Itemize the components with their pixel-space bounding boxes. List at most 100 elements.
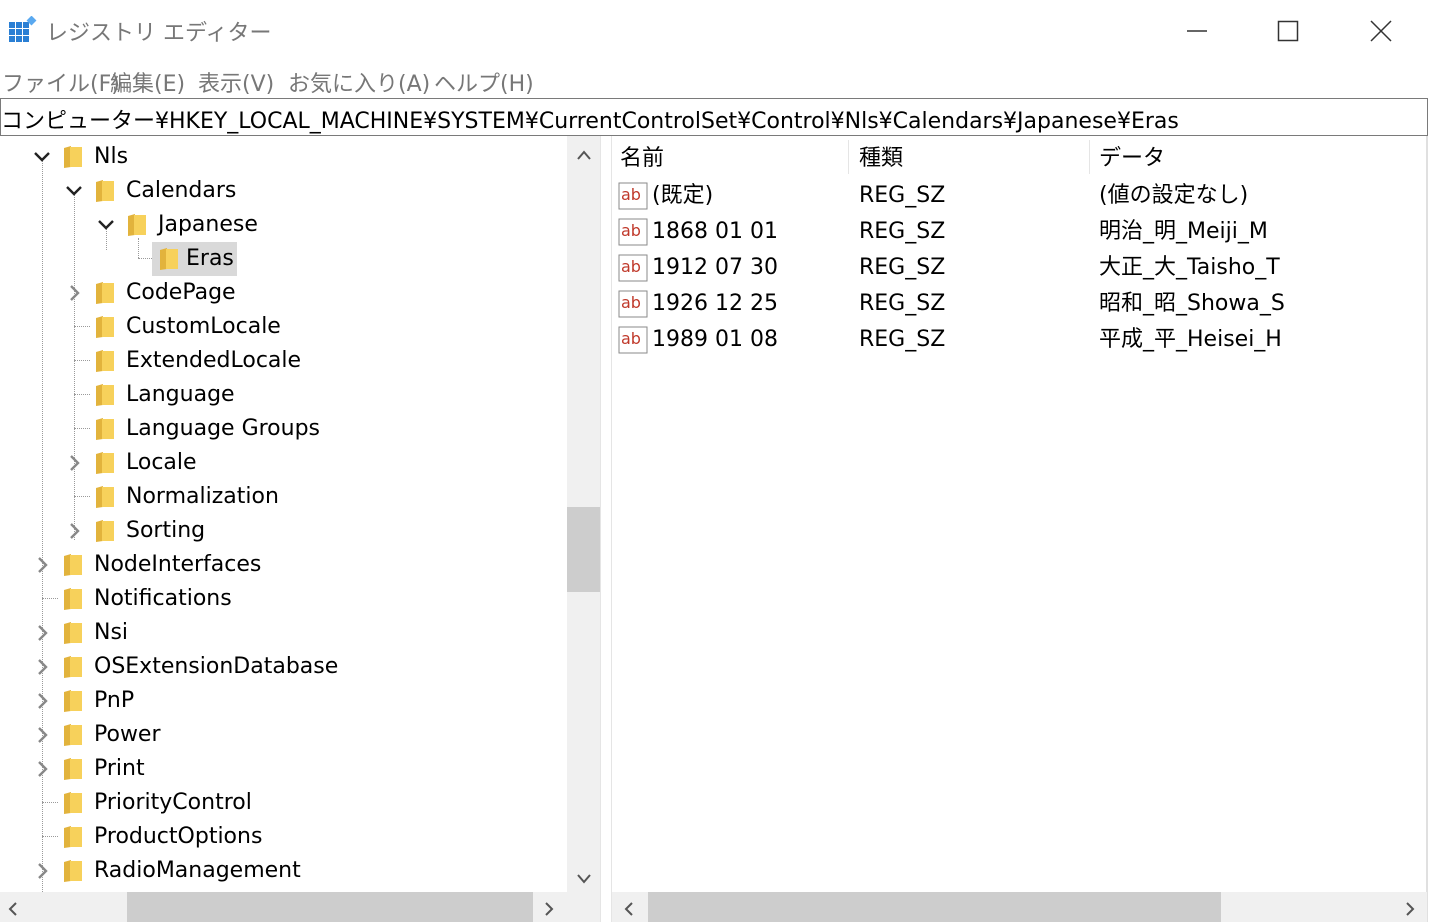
tree-item[interactable]: Print — [0, 752, 567, 786]
tree-item[interactable]: Language — [0, 378, 567, 412]
tree-item[interactable]: Calendars — [0, 174, 567, 208]
tree-item[interactable]: CodePage — [0, 276, 567, 310]
chevron-right-icon[interactable] — [32, 555, 52, 575]
chevron-right-icon[interactable] — [32, 725, 52, 745]
tree-item[interactable]: Language Groups — [0, 412, 567, 446]
tree-item[interactable]: RadioManagement — [0, 854, 567, 888]
tree-horizontal-scrollbar[interactable] — [0, 892, 567, 922]
folder-icon — [128, 214, 146, 236]
value-name: 1868 01 01 — [652, 219, 778, 244]
pane-splitter[interactable] — [600, 136, 612, 922]
column-header-name[interactable]: 名前 — [620, 142, 664, 176]
chevron-right-icon[interactable] — [32, 759, 52, 779]
list-horizontal-scrollbar[interactable] — [612, 892, 1427, 922]
scroll-up-arrow[interactable] — [567, 144, 600, 165]
chevron-down-icon[interactable] — [64, 181, 84, 201]
tree-item[interactable]: Locale — [0, 446, 567, 480]
tree-item-label: Notifications — [94, 586, 232, 611]
value-row[interactable]: ab (既定) REG_SZ (値の設定なし) — [612, 178, 1427, 214]
svg-text:ab: ab — [621, 293, 641, 312]
reg-sz-icon: ab — [618, 254, 648, 282]
tree-item[interactable]: Nsi — [0, 616, 567, 650]
value-row[interactable]: ab 1912 07 30 REG_SZ 大正_大_Taisho_T — [612, 250, 1427, 286]
column-separator[interactable] — [848, 140, 849, 174]
chevron-right-icon[interactable] — [32, 691, 52, 711]
chevron-right-icon[interactable] — [32, 657, 52, 677]
chevron-right-icon[interactable] — [64, 453, 84, 473]
chevron-right-icon[interactable] — [64, 283, 84, 303]
address-bar[interactable]: コンピューター¥HKEY_LOCAL_MACHINE¥SYSTEM¥Curren… — [0, 98, 1428, 136]
tree-item-label: NodeInterfaces — [94, 552, 262, 577]
menu-edit[interactable]: 編集(E) — [110, 66, 185, 98]
scroll-down-arrow[interactable] — [567, 868, 600, 889]
tree-item[interactable]: Eras — [0, 242, 567, 276]
minimize-button[interactable] — [1152, 0, 1242, 62]
chevron-right-icon[interactable] — [64, 521, 84, 541]
tree-item-label: Power — [94, 722, 161, 747]
tree-vertical-scrollbar[interactable] — [567, 136, 600, 892]
chevron-right-icon[interactable] — [1405, 902, 1415, 916]
tree-item[interactable]: Japanese — [0, 208, 567, 242]
folder-icon — [64, 554, 82, 576]
chevron-down-icon[interactable] — [96, 215, 116, 235]
chevron-right-icon[interactable] — [32, 861, 52, 881]
value-row[interactable]: ab 1989 01 08 REG_SZ 平成_平_Heisei_H — [612, 322, 1427, 358]
reg-sz-icon: ab — [618, 218, 648, 246]
tree-item[interactable]: ProductOptions — [0, 820, 567, 854]
tree-item[interactable]: ExtendedLocale — [0, 344, 567, 378]
tree-item-label: Normalization — [126, 484, 279, 509]
tree-item-label: Calendars — [126, 178, 237, 203]
folder-icon — [96, 486, 114, 508]
scroll-thumb[interactable] — [648, 892, 1221, 922]
folder-icon — [96, 350, 114, 372]
chevron-right-icon[interactable] — [32, 623, 52, 643]
tree-item[interactable]: CustomLocale — [0, 310, 567, 344]
column-header-data[interactable]: データ — [1099, 142, 1165, 176]
tree-item[interactable]: PnP — [0, 684, 567, 718]
folder-icon — [96, 282, 114, 304]
menu-file[interactable]: ファイル(F) — [2, 66, 120, 98]
chevron-down-icon[interactable] — [32, 147, 52, 167]
folder-icon — [64, 146, 82, 168]
reg-sz-icon: ab — [618, 182, 648, 210]
tree-item[interactable]: Power — [0, 718, 567, 752]
tree-item[interactable]: Notifications — [0, 582, 567, 616]
folder-icon — [64, 826, 82, 848]
folder-icon — [64, 622, 82, 644]
scroll-thumb[interactable] — [567, 507, 600, 592]
chevron-right-icon[interactable] — [544, 902, 554, 916]
value-list: 名前 種類 データ ab (既定) REG_SZ (値の設定なし) ab 1868 01 … — [612, 136, 1427, 922]
svg-text:ab: ab — [621, 185, 641, 204]
tree-item[interactable]: NodeInterfaces — [0, 548, 567, 582]
tree-item[interactable]: Normalization — [0, 480, 567, 514]
value-row[interactable]: ab 1868 01 01 REG_SZ 明治_明_Meiji_M — [612, 214, 1427, 250]
tree-item-label: PnP — [94, 688, 135, 713]
close-button[interactable] — [1336, 0, 1426, 62]
folder-icon — [96, 418, 114, 440]
menu-view[interactable]: 表示(V) — [198, 66, 274, 98]
tree-item-label: Nsi — [94, 620, 129, 645]
folder-icon — [64, 656, 82, 678]
value-data: 大正_大_Taisho_T — [1099, 255, 1280, 280]
chevron-left-icon[interactable] — [8, 902, 18, 916]
value-row[interactable]: ab 1926 12 25 REG_SZ 昭和_昭_Showa_S — [612, 286, 1427, 322]
column-separator[interactable] — [1089, 140, 1090, 174]
maximize-button[interactable] — [1243, 0, 1333, 62]
column-header-type[interactable]: 種類 — [859, 142, 903, 176]
tree-item[interactable]: OSExtensionDatabase — [0, 650, 567, 684]
scroll-thumb[interactable] — [127, 892, 533, 922]
chevron-left-icon[interactable] — [624, 902, 634, 916]
menu-favorites[interactable]: お気に入り(A) — [288, 66, 430, 98]
menu-help[interactable]: ヘルプ(H) — [434, 66, 534, 98]
address-path[interactable]: コンピューター¥HKEY_LOCAL_MACHINE¥SYSTEM¥Curren… — [1, 103, 1179, 135]
tree-item[interactable]: Sorting — [0, 514, 567, 548]
minimize-icon — [1187, 30, 1207, 32]
tree-item-label: CustomLocale — [126, 314, 281, 339]
tree-item[interactable]: Nls — [0, 140, 567, 174]
tree-item-label: Locale — [126, 450, 197, 475]
tree-item-label: Language Groups — [126, 416, 321, 441]
value-type: REG_SZ — [859, 327, 946, 352]
tree-item[interactable]: PriorityControl — [0, 786, 567, 820]
maximize-icon — [1277, 20, 1299, 42]
tree-item-label: Nls — [94, 144, 129, 169]
